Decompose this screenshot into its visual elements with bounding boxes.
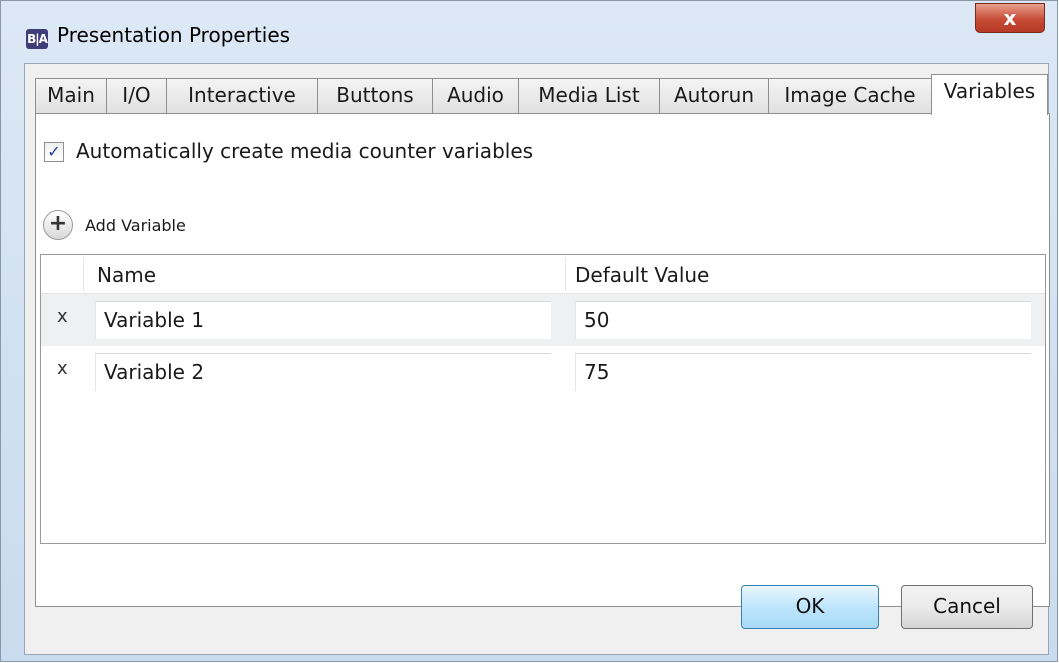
add-variable-button[interactable]: + xyxy=(43,210,73,240)
tab-buttons[interactable]: Buttons xyxy=(317,78,433,114)
tab-variables[interactable]: Variables xyxy=(931,74,1048,115)
plus-circle-icon: + xyxy=(48,211,68,236)
table-row: x Variable 2 75 xyxy=(41,346,1045,398)
grid-header: Name Default Value xyxy=(41,255,1045,294)
dialog-window: B|A Presentation Properties x Main I/O I… xyxy=(0,0,1058,662)
close-icon: x xyxy=(1003,6,1017,30)
tab-image-cache[interactable]: Image Cache xyxy=(768,78,932,114)
variable-name-field[interactable]: Variable 1 xyxy=(95,301,551,339)
tab-io[interactable]: I/O xyxy=(106,78,167,114)
tab-main[interactable]: Main xyxy=(35,78,107,114)
add-variable-link[interactable]: Add Variable xyxy=(85,216,186,235)
column-divider xyxy=(565,257,566,291)
delete-x-icon[interactable]: x xyxy=(57,306,68,327)
delete-x-icon[interactable]: x xyxy=(57,358,68,379)
tab-autorun[interactable]: Autorun xyxy=(659,78,769,114)
column-header-name[interactable]: Name xyxy=(97,263,156,287)
auto-create-label[interactable]: Automatically create media counter varia… xyxy=(76,139,533,163)
variable-default-value-field[interactable]: 50 xyxy=(575,301,1031,339)
variables-grid: Name Default Value x Variable 1 50 x Var… xyxy=(40,254,1046,544)
variable-default-value-field[interactable]: 75 xyxy=(575,353,1031,391)
table-row: x Variable 1 50 xyxy=(41,294,1045,346)
window-title: Presentation Properties xyxy=(57,23,291,47)
auto-create-checkbox[interactable]: ✓ xyxy=(44,142,64,162)
variable-name-field[interactable]: Variable 2 xyxy=(95,353,551,391)
checkmark-icon: ✓ xyxy=(47,142,61,161)
dialog-client-area: Main I/O Interactive Buttons Audio Media… xyxy=(24,63,1050,655)
tab-audio[interactable]: Audio xyxy=(432,78,519,114)
tab-interactive[interactable]: Interactive xyxy=(166,78,318,114)
column-divider xyxy=(83,257,84,291)
cancel-button[interactable]: Cancel xyxy=(901,585,1033,629)
tab-media-list[interactable]: Media List xyxy=(518,78,660,114)
ok-button[interactable]: OK xyxy=(741,585,879,629)
close-button[interactable]: x xyxy=(975,3,1045,33)
app-icon: B|A xyxy=(26,29,48,49)
variables-tab-page: ✓ Automatically create media counter var… xyxy=(35,113,1050,607)
column-header-default-value[interactable]: Default Value xyxy=(575,263,709,287)
